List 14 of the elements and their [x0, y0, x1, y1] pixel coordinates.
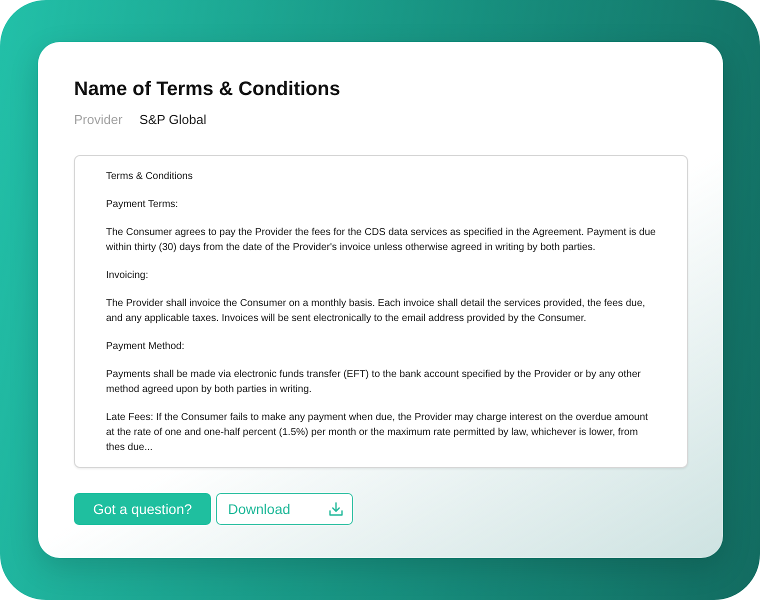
terms-paragraph: Invoicing: — [106, 269, 150, 283]
download-button[interactable]: Download — [216, 493, 353, 525]
terms-paragraph: Terms & Conditions — [106, 170, 194, 184]
download-icon — [329, 502, 343, 516]
terms-paragraph: Payment Terms: — [106, 198, 180, 212]
provider-value: S&P Global — [139, 111, 206, 129]
terms-paragraph: Late Fees: If the Consumer fails to make any payment when due, the Provider may charge interest on the overdue amount at the rate of one and one-half percent (1.5%) per month or the maximum rate permitted by law, whichever is lower, from thes due... — [106, 411, 649, 455]
terms-paragraph: Payment Method: — [106, 340, 186, 354]
terms-paragraph: Payments shall be made via electronic funds transfer (EFT) to the bank account specified by the Provider or by any other method agreed upon by both parties in writing. — [106, 368, 642, 397]
page-title: Name of Terms & Conditions — [74, 77, 340, 102]
terms-paragraph: The Consumer agrees to pay the Provider the fees for the CDS data services as specified in the Agreement. Payment is due within thirty (30) days from the date of the Provider's invoice unless otherwise agreed in writing by both parties. — [106, 226, 657, 255]
provider-label: Provider — [74, 111, 122, 129]
question-button[interactable]: Got a question? — [74, 493, 211, 525]
terms-paragraph: The Provider shall invoice the Consumer on a monthly basis. Each invoice shall detail the services provided, the fees due, and any applicable taxes. Invoices will be sent electronically to the email address provided by the Consumer. — [106, 297, 646, 326]
